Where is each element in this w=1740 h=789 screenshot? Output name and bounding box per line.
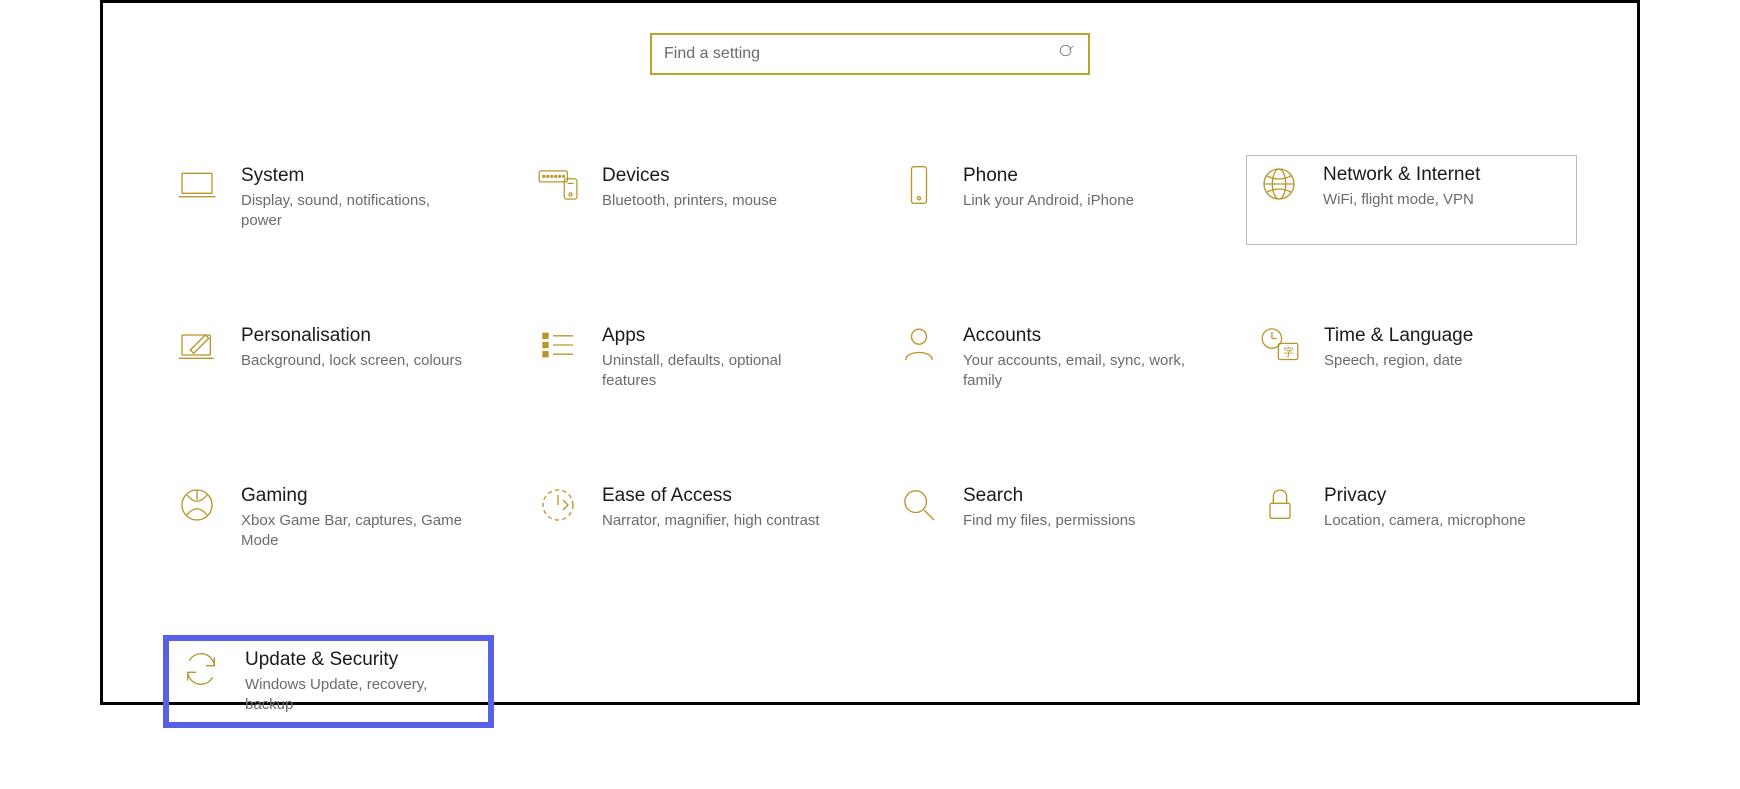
- category-accounts[interactable]: Accounts Your accounts, email, sync, wor…: [885, 315, 1216, 405]
- category-apps[interactable]: Apps Uninstall, defaults, optional featu…: [524, 315, 855, 405]
- category-title: Time & Language: [1324, 325, 1565, 347]
- gaming-icon: [175, 483, 219, 527]
- category-title: System: [241, 165, 482, 187]
- category-title: Personalisation: [241, 325, 482, 347]
- category-title: Phone: [963, 165, 1204, 187]
- settings-window: System Display, sound, notifications, po…: [100, 0, 1640, 705]
- category-desc: Display, sound, notifications, power: [241, 191, 471, 232]
- category-desc: Xbox Game Bar, captures, Game Mode: [241, 511, 471, 552]
- devices-icon: [536, 163, 580, 207]
- category-ease-of-access[interactable]: Ease of Access Narrator, magnifier, high…: [524, 475, 855, 565]
- search-box[interactable]: [650, 33, 1090, 75]
- accounts-icon: [897, 323, 941, 367]
- phone-icon: [897, 163, 941, 207]
- category-desc: Narrator, magnifier, high contrast: [602, 511, 832, 531]
- time-language-icon: 字: [1258, 323, 1302, 367]
- search-icon: [1058, 43, 1076, 66]
- category-search[interactable]: Search Find my files, permissions: [885, 475, 1216, 565]
- category-desc: Speech, region, date: [1324, 351, 1554, 371]
- category-desc: Windows Update, recovery, backup: [245, 675, 475, 716]
- search-container: [153, 33, 1587, 75]
- apps-icon: [536, 323, 580, 367]
- category-update-security[interactable]: Update & Security Windows Update, recove…: [163, 635, 494, 728]
- ease-of-access-icon: [536, 483, 580, 527]
- category-network-internet[interactable]: Network & Internet WiFi, flight mode, VP…: [1246, 155, 1577, 245]
- update-icon: [179, 647, 223, 691]
- category-system[interactable]: System Display, sound, notifications, po…: [163, 155, 494, 245]
- category-title: Search: [963, 485, 1204, 507]
- category-desc: Find my files, permissions: [963, 511, 1193, 531]
- category-devices[interactable]: Devices Bluetooth, printers, mouse: [524, 155, 855, 245]
- category-desc: Your accounts, email, sync, work, family: [963, 351, 1193, 392]
- category-time-language[interactable]: 字 Time & Language Speech, region, date: [1246, 315, 1577, 405]
- search-input[interactable]: [664, 45, 1058, 63]
- category-phone[interactable]: Phone Link your Android, iPhone: [885, 155, 1216, 245]
- category-title: Accounts: [963, 325, 1204, 347]
- category-title: Update & Security: [245, 649, 478, 671]
- category-desc: WiFi, flight mode, VPN: [1323, 190, 1553, 210]
- category-desc: Bluetooth, printers, mouse: [602, 191, 832, 211]
- personalisation-icon: [175, 323, 219, 367]
- lock-icon: [1258, 483, 1302, 527]
- category-gaming[interactable]: Gaming Xbox Game Bar, captures, Game Mod…: [163, 475, 494, 565]
- category-desc: Location, camera, microphone: [1324, 511, 1554, 531]
- category-desc: Uninstall, defaults, optional features: [602, 351, 832, 392]
- magnifier-icon: [897, 483, 941, 527]
- category-title: Privacy: [1324, 485, 1565, 507]
- category-title: Network & Internet: [1323, 164, 1566, 186]
- category-title: Devices: [602, 165, 843, 187]
- category-title: Apps: [602, 325, 843, 347]
- settings-grid: System Display, sound, notifications, po…: [153, 155, 1587, 728]
- category-title: Gaming: [241, 485, 482, 507]
- category-privacy[interactable]: Privacy Location, camera, microphone: [1246, 475, 1577, 565]
- category-desc: Background, lock screen, colours: [241, 351, 471, 371]
- svg-text:字: 字: [1283, 346, 1294, 359]
- system-icon: [175, 163, 219, 207]
- globe-icon: [1257, 162, 1301, 206]
- category-desc: Link your Android, iPhone: [963, 191, 1193, 211]
- category-personalisation[interactable]: Personalisation Background, lock screen,…: [163, 315, 494, 405]
- category-title: Ease of Access: [602, 485, 843, 507]
